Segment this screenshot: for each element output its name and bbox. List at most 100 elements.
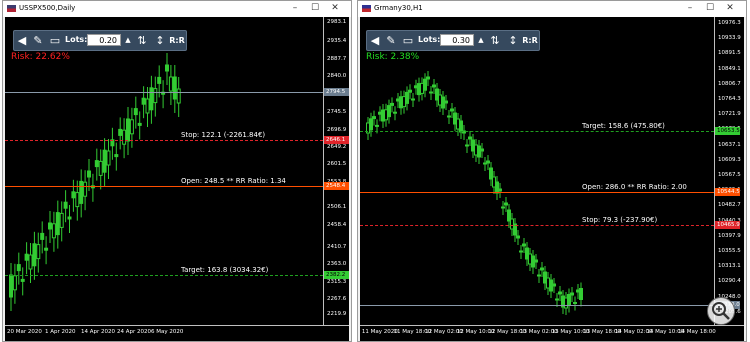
lots-label: Lots: (65, 35, 88, 44)
lots-input[interactable]: 0.30 (440, 34, 474, 46)
stop-label: Stop: 122.1 (-2261.84€) (181, 131, 266, 139)
candle-body (9, 274, 13, 298)
candle-body (32, 243, 37, 267)
open-line[interactable] (360, 192, 714, 193)
price-chart[interactable]: Stop: 122.1 (-2261.84€) Open: 248.5 ** R… (5, 17, 349, 341)
target-line[interactable] (5, 275, 323, 276)
price-tick: 2696.9 (327, 127, 347, 133)
candle-body (126, 118, 130, 142)
candle-body (24, 253, 29, 261)
candle-body (20, 278, 25, 282)
candle-body (129, 119, 134, 135)
window-titlebar[interactable]: USSPX500,Daily – ☐ ✕ (3, 1, 351, 17)
price-tick: 10355.5 (718, 248, 741, 254)
stop-line[interactable] (360, 225, 714, 226)
candle-body (486, 160, 490, 164)
open-label: Open: 248.5 ** RR Ratio: 1.34 (181, 177, 286, 185)
price-axis[interactable]: 2983.1 2935.4 2887.7 2840.0 2745.5 2696.9 2649… (323, 17, 349, 325)
candle-body (393, 111, 397, 114)
stop-line[interactable] (5, 140, 323, 141)
stop-label: Stop: 79.3 (-237.90€) (582, 216, 658, 224)
maximize-icon[interactable]: ☐ (305, 2, 325, 15)
candle-body (122, 129, 127, 145)
candle-body (579, 288, 583, 300)
candle-body (114, 154, 119, 158)
eraser-icon[interactable]: ▭ (48, 34, 62, 47)
time-axis[interactable]: 11 May 2020 11 May 18:00 12 May 02:00 12 Ma… (360, 325, 744, 341)
lots-input[interactable]: 0.20 (87, 34, 121, 46)
rr-button[interactable]: R:R (168, 34, 186, 47)
open-line[interactable] (5, 186, 323, 187)
minimize-icon[interactable]: – (680, 2, 700, 15)
maximize-icon[interactable]: ☐ (700, 2, 720, 15)
price-tick: 2840.0 (327, 73, 347, 79)
candle-body (168, 76, 173, 92)
candle-body (98, 160, 103, 176)
time-tick: 1 Apr 2020 (45, 329, 76, 335)
candle-body (63, 201, 68, 209)
candle-body (498, 188, 502, 192)
target-label: Target: 163.8 (3034.32€) (181, 266, 269, 274)
time-axis[interactable]: 20 Mar 2020 1 Apr 2020 14 Apr 2020 24 Apr 2… (5, 325, 349, 341)
window-titlebar[interactable]: Grmany30,H1 – ☐ ✕ (358, 1, 746, 17)
pencil-icon[interactable]: ✎ (384, 34, 398, 47)
candle-body (369, 118, 373, 131)
pencil-icon[interactable]: ✎ (31, 34, 45, 47)
price-tick: 10290.4 (718, 278, 741, 285)
time-tick: 20 Mar 2020 (7, 329, 42, 335)
candle-body (405, 91, 409, 104)
price-axis[interactable]: 10976.3 10933.9 10891.5 10849.1 10806.7 10764… (714, 17, 744, 325)
de-flag-icon (362, 5, 371, 12)
close-icon[interactable]: ✕ (325, 2, 345, 15)
candle-body (534, 259, 538, 263)
zoom-in-icon[interactable] (707, 297, 735, 325)
candle-body (504, 202, 508, 206)
vertical-range-icon[interactable]: ↕ (506, 34, 520, 47)
price-tag: 2794.5 (324, 88, 349, 96)
chart-window-spx500[interactable]: USSPX500,Daily – ☐ ✕ Stop: 122.1 (-2261.… (2, 0, 352, 342)
candle-body (432, 84, 436, 88)
candle-body (71, 191, 76, 199)
window-title: USSPX500,Daily (19, 4, 76, 12)
price-chart[interactable]: Target: 158.6 (475.80€) Open: 286.0 ** R… (360, 17, 744, 341)
price-tag: 10465.9 (715, 221, 740, 229)
price-tick: 2219.9 (327, 311, 347, 317)
collapse-left-icon[interactable]: ◀ (368, 34, 382, 47)
trade-toolbar: ◀ ✎ ▭ Lots: 0.20 ▲ ⇅ ↕ R:R (13, 30, 187, 51)
candle-body (145, 98, 150, 114)
us-flag-icon (7, 5, 16, 12)
price-tick: 10764.3 (718, 96, 741, 102)
price-tag: 2548.4 (324, 182, 349, 190)
time-tick: 14 Apr 2020 (81, 329, 116, 335)
price-tick: 10637.1 (718, 141, 741, 148)
eraser-icon[interactable]: ▭ (401, 34, 415, 47)
candle-body (67, 216, 72, 220)
price-tick: 10933.9 (718, 35, 741, 42)
candle-body (48, 222, 52, 230)
current-price-line (360, 305, 714, 306)
vertical-range-icon[interactable]: ↕ (153, 34, 167, 47)
candle-body (44, 247, 49, 251)
stepper-icon[interactable]: ▲ (121, 34, 135, 47)
minimize-icon[interactable]: – (285, 2, 305, 15)
trade-toolbar: ◀ ✎ ▭ Lots: 0.30 ▲ ⇅ ↕ R:R (366, 30, 540, 51)
risk-text: Risk: 22.62% (11, 52, 70, 62)
candle-body (94, 160, 99, 168)
price-tick: 2601.5 (327, 161, 347, 167)
price-tick: 2458.4 (327, 222, 347, 228)
candle-body (390, 102, 394, 106)
target-line[interactable] (360, 131, 714, 132)
candle-body (165, 64, 169, 72)
price-tick: 10806.7 (718, 80, 741, 87)
price-tick: 10976.3 (718, 20, 741, 26)
rr-button[interactable]: R:R (521, 34, 539, 47)
swap-arrows-icon[interactable]: ⇅ (488, 34, 502, 47)
close-icon[interactable]: ✕ (720, 2, 740, 15)
collapse-left-icon[interactable]: ◀ (15, 34, 29, 47)
candle-body (558, 291, 562, 295)
time-tick: 24 Apr 2020 (117, 329, 152, 335)
swap-arrows-icon[interactable]: ⇅ (135, 34, 149, 47)
stepper-icon[interactable]: ▲ (474, 34, 488, 47)
chart-window-germany30[interactable]: Grmany30,H1 – ☐ ✕ Target: 158.6 (475.80€… (357, 0, 747, 342)
candle-body (102, 149, 107, 173)
